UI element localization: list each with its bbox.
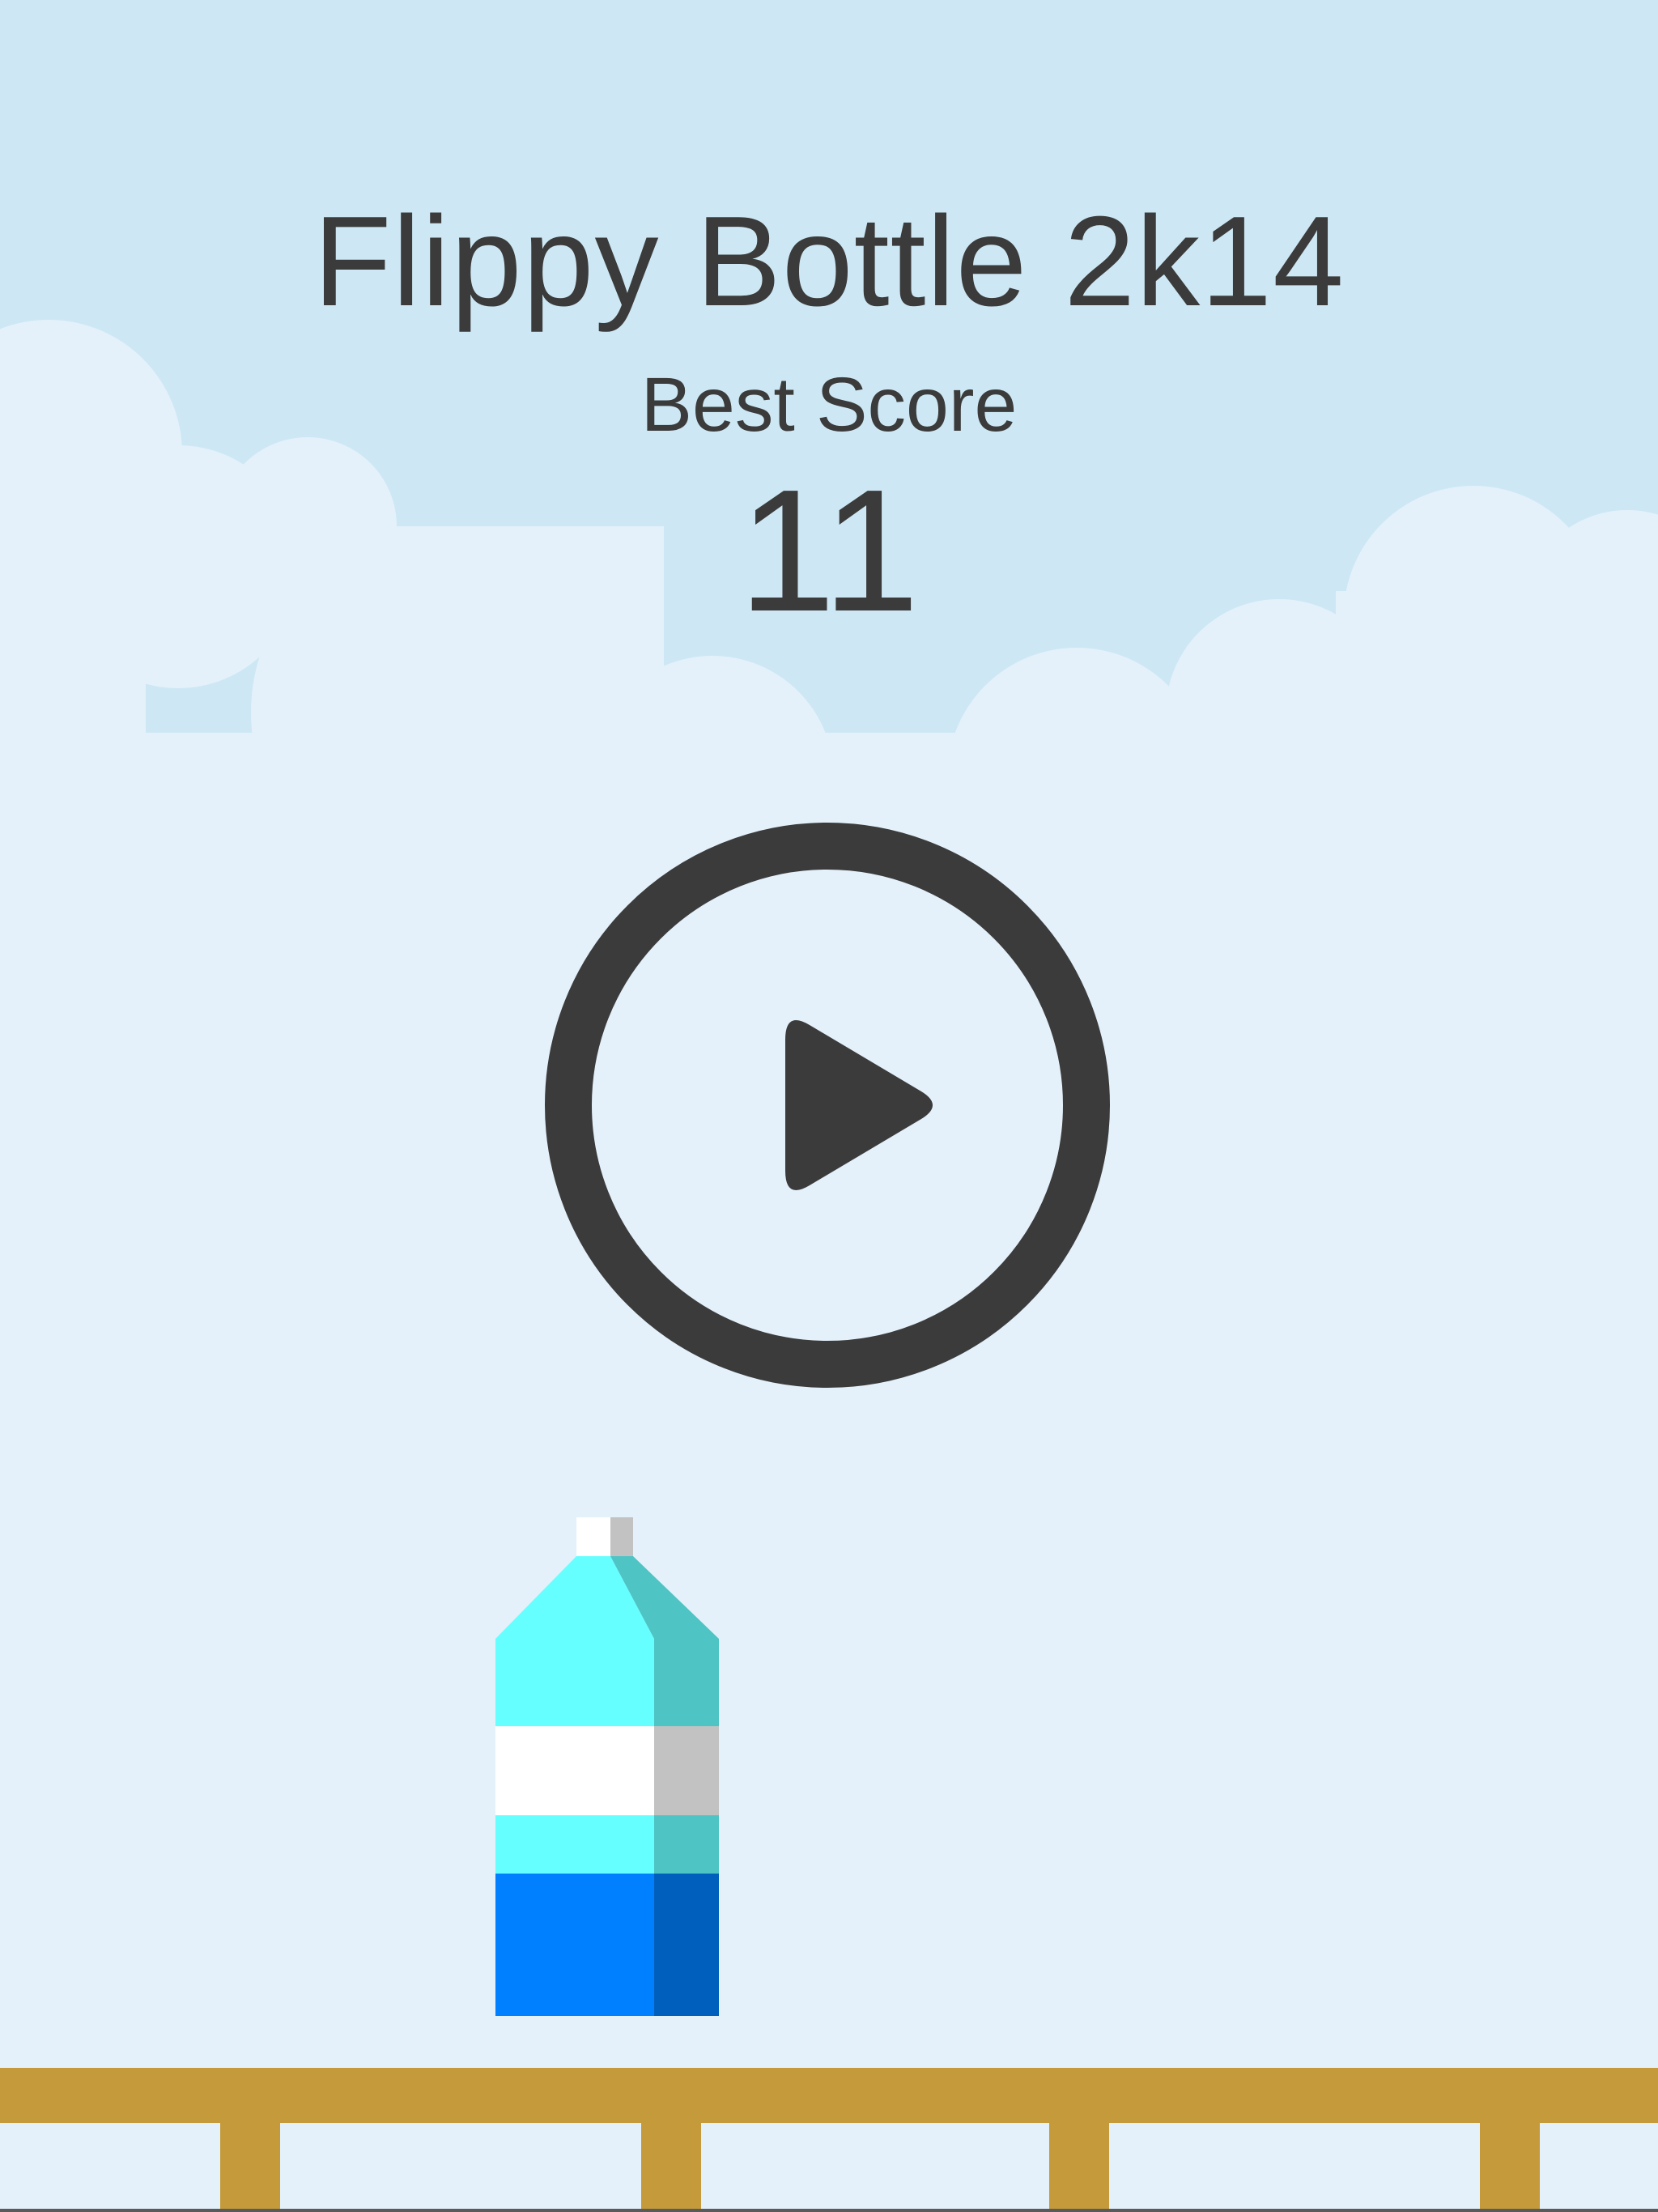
water-bottle-icon: [495, 1517, 719, 2016]
game-title: Flippy Bottle 2k14: [313, 190, 1345, 333]
play-circle-icon: [545, 823, 1110, 1388]
best-score-value: 11: [738, 453, 920, 648]
best-score-label: Best Score: [640, 362, 1018, 448]
game-screen: Flippy Bottle 2k14 Best Score 11: [0, 0, 1658, 2212]
play-button[interactable]: [544, 823, 1111, 1388]
wooden-fence: [0, 2068, 1658, 2212]
